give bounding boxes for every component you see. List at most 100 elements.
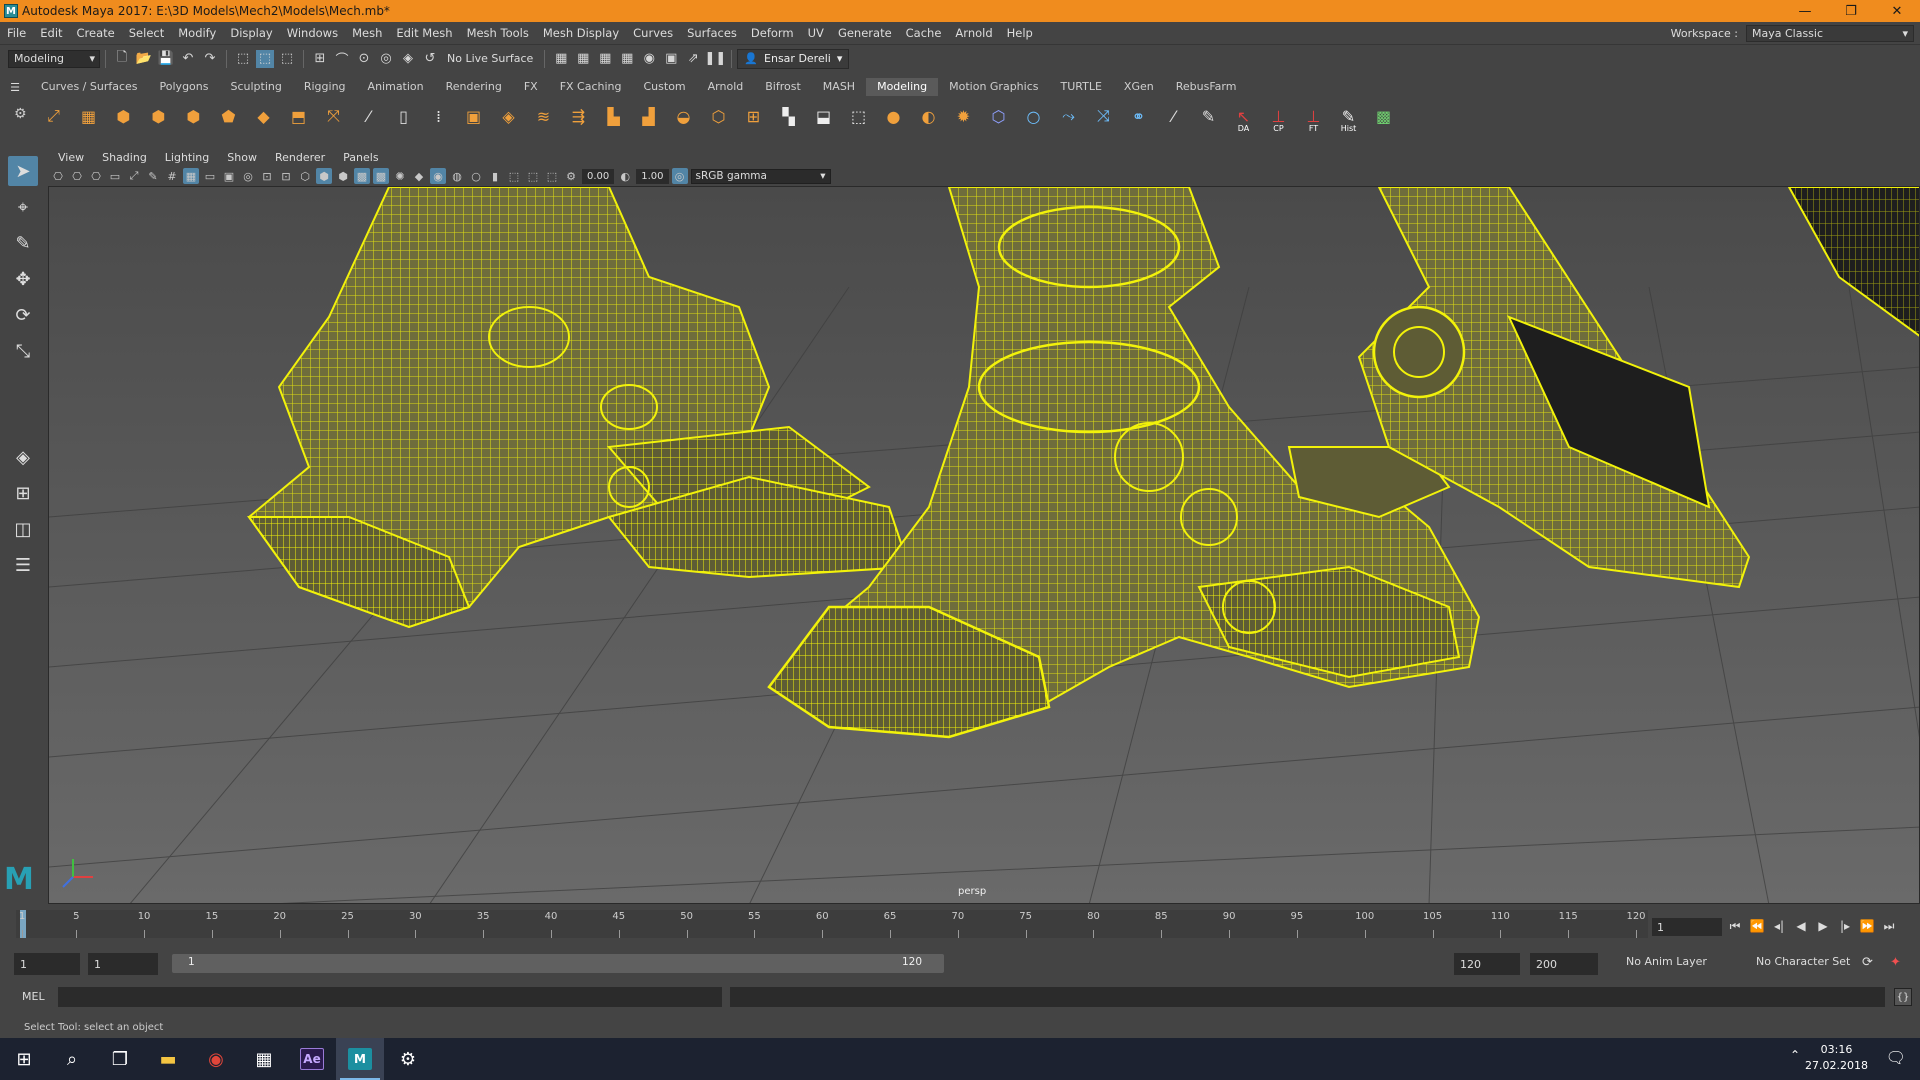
select-component-icon[interactable]: ⬚ [278,50,296,68]
tab-fx-caching[interactable]: FX Caching [549,78,633,96]
four-view-layout-icon[interactable]: ⊞ [8,478,38,508]
grid-toggle-icon[interactable]: # [164,168,180,184]
panel-menu-view[interactable]: View [50,151,94,164]
shelf-tool-icon[interactable]: ⬟ [215,103,242,130]
go-to-end-icon[interactable]: ⏭ [1882,916,1896,936]
checker-uv-icon[interactable]: ▩ [1370,103,1397,130]
xray-joints-icon[interactable]: ⬚ [544,168,560,184]
paint-select-tool-icon[interactable]: ✎ [8,228,38,258]
snap-surface-icon[interactable]: ◈ [399,50,417,68]
smooth-shade-icon[interactable]: ⬢ [316,168,332,184]
panel-menu-lighting[interactable]: Lighting [157,151,219,164]
step-forward-key-icon[interactable]: ⏩ [1860,916,1875,936]
minimize-button[interactable]: — [1782,0,1828,22]
maya-taskbar-icon[interactable]: M [336,1038,384,1080]
open-scene-icon[interactable]: 📂 [135,50,153,68]
snap-grid-icon[interactable]: ⊞ [311,50,329,68]
2d-pan-zoom-icon[interactable]: ⤢ [126,168,142,184]
shelf-tool-icon[interactable]: ≋ [530,103,557,130]
panel-menu-renderer[interactable]: Renderer [267,151,335,164]
pause-icon[interactable]: ❚❚ [704,50,726,68]
save-scene-icon[interactable]: 💾 [157,50,175,68]
safe-action-icon[interactable]: ⊡ [259,168,275,184]
shelf-tool-icon[interactable]: ✹ [950,103,977,130]
menu-modify[interactable]: Modify [171,26,223,40]
undo-icon[interactable]: ↶ [179,50,197,68]
menu-select[interactable]: Select [122,26,171,40]
image-viewer-icon[interactable]: ▦ [240,1038,288,1080]
menu-edit[interactable]: Edit [33,26,69,40]
shelf-tool-icon[interactable]: ▟ [635,103,662,130]
shelf-tool-icon[interactable]: ⬚ [845,103,872,130]
grease-pencil-icon[interactable]: ✎ [145,168,161,184]
tab-fx[interactable]: FX [513,78,549,96]
shelf-tool-icon[interactable]: ⚭ [1125,103,1152,130]
shelf-tool-icon[interactable]: ✎ [1195,103,1222,130]
delete-history-icon[interactable]: ✎ Hist [1335,103,1362,133]
shelf-tool-icon[interactable]: ⬓ [810,103,837,130]
outliner-layout-icon[interactable]: ☰ [8,550,38,580]
preferences-icon[interactable]: ✦ [1890,955,1901,970]
shelf-tool-icon[interactable]: ⬡ [705,103,732,130]
snap-point-icon[interactable]: ⊙ [355,50,373,68]
scale-tool-icon[interactable]: ⤡ [8,336,38,366]
tab-motion-graphics[interactable]: Motion Graphics [938,78,1049,96]
view-transform-dropdown[interactable]: sRGB gamma ▾ [690,168,831,184]
shelf-tool-icon[interactable]: ⇶ [565,103,592,130]
shelf-menu-icon[interactable]: ☰ [0,81,30,94]
menu-deform[interactable]: Deform [744,26,801,40]
tab-polygons[interactable]: Polygons [149,78,220,96]
close-button[interactable]: ✕ [1874,0,1920,22]
gate-mask-icon[interactable]: ▣ [221,168,237,184]
delete-all-icon[interactable]: ↖ DA [1230,103,1257,133]
shelf-tool-icon[interactable]: ▯ [390,103,417,130]
task-view-icon[interactable]: ❐ [96,1038,144,1080]
restore-button[interactable]: ❐ [1828,0,1874,22]
menu-edit-mesh[interactable]: Edit Mesh [389,26,459,40]
tab-rigging[interactable]: Rigging [293,78,357,96]
shelf-tool-icon[interactable]: ⬢ [110,103,137,130]
action-center-icon[interactable]: 🗨 [1886,1048,1906,1067]
user-account-button[interactable]: 👤 Ensar Dereli ▾ [737,48,850,69]
menu-surfaces[interactable]: Surfaces [680,26,744,40]
anim-layer-dropdown[interactable]: No Anim Layer [1626,955,1707,968]
step-back-frame-icon[interactable]: ◂| [1772,916,1786,936]
shelf-tool-icon[interactable]: ◒ [670,103,697,130]
menu-display[interactable]: Display [223,26,279,40]
shelf-tool-icon[interactable]: ◈ [495,103,522,130]
tab-bifrost[interactable]: Bifrost [754,78,812,96]
menu-arnold[interactable]: Arnold [948,26,999,40]
menu-cache[interactable]: Cache [899,26,949,40]
shelf-settings-gear-icon[interactable]: ⚙ [14,106,27,122]
image-plane-icon[interactable]: ▭ [107,168,123,184]
shadows-icon[interactable]: ✺ [392,168,408,184]
tab-turtle[interactable]: TURTLE [1050,78,1113,96]
shelf-tool-icon[interactable]: ▙ [600,103,627,130]
field-chart-icon[interactable]: ◎ [240,168,256,184]
panel-menu-panels[interactable]: Panels [335,151,388,164]
rotate-tool-icon[interactable]: ⟳ [8,300,38,330]
menu-mesh[interactable]: Mesh [345,26,389,40]
play-forwards-icon[interactable]: ▶ [1816,916,1830,936]
ipr-render-icon[interactable]: ▦ [596,50,614,68]
windows-start-icon[interactable]: ⊞ [0,1038,48,1080]
playback-start-field[interactable]: 1 [88,953,158,975]
depth-of-field-icon[interactable]: ○ [468,168,484,184]
menu-mesh-tools[interactable]: Mesh Tools [460,26,536,40]
perspective-viewport[interactable] [48,186,1920,904]
shelf-tool-icon[interactable]: ⁄ [355,103,382,130]
scene-start-field[interactable]: 1 [14,953,80,975]
render-settings-icon[interactable]: ▦ [618,50,636,68]
tab-rebusfarm[interactable]: RebusFarm [1165,78,1248,96]
shelf-tool-icon[interactable]: ▣ [460,103,487,130]
play-backwards-icon[interactable]: ◀ [1794,916,1808,936]
render-setup-icon[interactable]: ▣ [662,50,680,68]
arnold-render-icon[interactable]: ⇗ [684,50,702,68]
tab-custom[interactable]: Custom [633,78,697,96]
menu-mesh-display[interactable]: Mesh Display [536,26,626,40]
current-frame-field[interactable]: 1 [1652,918,1722,936]
tab-xgen[interactable]: XGen [1113,78,1165,96]
tab-rendering[interactable]: Rendering [435,78,513,96]
go-to-start-icon[interactable]: ⏮ [1728,916,1742,936]
shelf-tool-icon[interactable]: ⤧ [320,103,347,130]
